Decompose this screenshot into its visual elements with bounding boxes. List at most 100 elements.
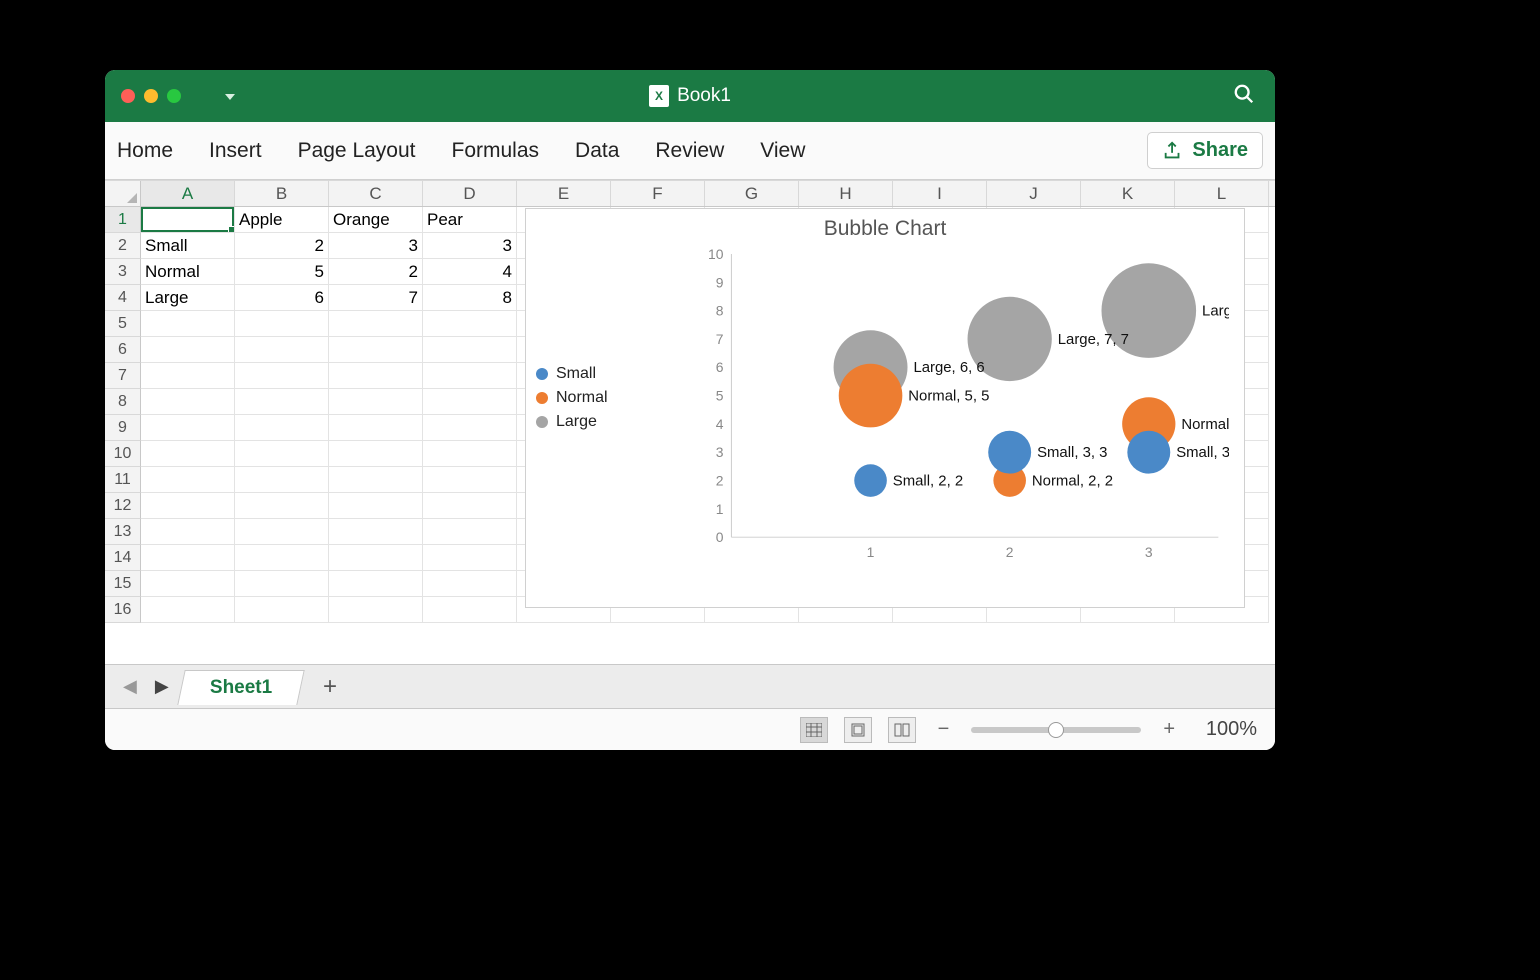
cell-A14[interactable] (141, 545, 235, 571)
cell-B12[interactable] (235, 493, 329, 519)
column-header-g[interactable]: G (705, 181, 799, 206)
cell-D2[interactable]: 3 (423, 233, 517, 259)
cell-D16[interactable] (423, 597, 517, 623)
view-page-break-button[interactable] (888, 717, 916, 743)
row-header-13[interactable]: 13 (105, 519, 141, 545)
cell-A15[interactable] (141, 571, 235, 597)
cell-A9[interactable] (141, 415, 235, 441)
cell-C8[interactable] (329, 389, 423, 415)
cell-B16[interactable] (235, 597, 329, 623)
cell-A10[interactable] (141, 441, 235, 467)
cell-D15[interactable] (423, 571, 517, 597)
cell-B13[interactable] (235, 519, 329, 545)
spreadsheet-grid[interactable]: ABCDEFGHIJKL 1AppleOrangePear2Small2333N… (105, 180, 1275, 664)
cell-B9[interactable] (235, 415, 329, 441)
bubble-small-3[interactable] (1127, 431, 1170, 474)
tab-home[interactable]: Home (117, 139, 173, 163)
quick-access-dropdown[interactable] (221, 89, 235, 103)
cell-D1[interactable]: Pear (423, 207, 517, 233)
minimize-window-button[interactable] (144, 89, 158, 103)
column-header-l[interactable]: L (1175, 181, 1269, 206)
row-header-1[interactable]: 1 (105, 207, 141, 233)
tab-insert[interactable]: Insert (209, 139, 262, 163)
cell-A16[interactable] (141, 597, 235, 623)
row-header-15[interactable]: 15 (105, 571, 141, 597)
cell-D5[interactable] (423, 311, 517, 337)
row-header-2[interactable]: 2 (105, 233, 141, 259)
sheet-tab-active[interactable]: Sheet1 (177, 670, 305, 705)
bubble-small-2[interactable] (988, 431, 1031, 474)
row-header-6[interactable]: 6 (105, 337, 141, 363)
add-sheet-button[interactable]: + (307, 673, 353, 701)
cell-A4[interactable]: Large (141, 285, 235, 311)
cell-D12[interactable] (423, 493, 517, 519)
row-header-10[interactable]: 10 (105, 441, 141, 467)
tab-page-layout[interactable]: Page Layout (298, 139, 416, 163)
cell-D14[interactable] (423, 545, 517, 571)
cell-B8[interactable] (235, 389, 329, 415)
cell-C3[interactable]: 2 (329, 259, 423, 285)
column-header-b[interactable]: B (235, 181, 329, 206)
cell-C13[interactable] (329, 519, 423, 545)
column-header-d[interactable]: D (423, 181, 517, 206)
cell-A1[interactable] (141, 207, 235, 233)
cell-C11[interactable] (329, 467, 423, 493)
row-header-16[interactable]: 16 (105, 597, 141, 623)
column-header-a[interactable]: A (141, 181, 235, 206)
row-header-14[interactable]: 14 (105, 545, 141, 571)
cell-B14[interactable] (235, 545, 329, 571)
cell-A5[interactable] (141, 311, 235, 337)
tab-formulas[interactable]: Formulas (452, 139, 540, 163)
row-header-12[interactable]: 12 (105, 493, 141, 519)
view-normal-button[interactable] (800, 717, 828, 743)
cell-C5[interactable] (329, 311, 423, 337)
view-page-layout-button[interactable] (844, 717, 872, 743)
embedded-chart[interactable]: Bubble Chart Small Normal Large 01234567… (525, 208, 1245, 608)
cell-A8[interactable] (141, 389, 235, 415)
cell-B15[interactable] (235, 571, 329, 597)
zoom-percentage[interactable]: 100% (1197, 718, 1257, 741)
cell-A6[interactable] (141, 337, 235, 363)
cell-D6[interactable] (423, 337, 517, 363)
cell-B11[interactable] (235, 467, 329, 493)
cell-D13[interactable] (423, 519, 517, 545)
cell-B1[interactable]: Apple (235, 207, 329, 233)
row-header-8[interactable]: 8 (105, 389, 141, 415)
cell-B4[interactable]: 6 (235, 285, 329, 311)
sheet-nav-prev[interactable]: ◀ (117, 672, 143, 701)
cell-C10[interactable] (329, 441, 423, 467)
cell-B2[interactable]: 2 (235, 233, 329, 259)
cell-D9[interactable] (423, 415, 517, 441)
row-header-4[interactable]: 4 (105, 285, 141, 311)
cell-C4[interactable]: 7 (329, 285, 423, 311)
column-header-h[interactable]: H (799, 181, 893, 206)
cell-D3[interactable]: 4 (423, 259, 517, 285)
zoom-in-button[interactable]: + (1157, 718, 1181, 741)
cell-B3[interactable]: 5 (235, 259, 329, 285)
cell-A7[interactable] (141, 363, 235, 389)
select-all-corner[interactable] (105, 181, 141, 206)
zoom-slider-thumb[interactable] (1048, 722, 1064, 738)
column-header-i[interactable]: I (893, 181, 987, 206)
zoom-out-button[interactable]: − (932, 718, 956, 741)
bubble-normal-1[interactable] (839, 364, 903, 428)
cell-C9[interactable] (329, 415, 423, 441)
column-header-k[interactable]: K (1081, 181, 1175, 206)
share-button[interactable]: Share (1147, 132, 1263, 169)
cell-D8[interactable] (423, 389, 517, 415)
row-header-3[interactable]: 3 (105, 259, 141, 285)
cell-A11[interactable] (141, 467, 235, 493)
cell-D4[interactable]: 8 (423, 285, 517, 311)
cell-A12[interactable] (141, 493, 235, 519)
cell-B10[interactable] (235, 441, 329, 467)
close-window-button[interactable] (121, 89, 135, 103)
column-header-e[interactable]: E (517, 181, 611, 206)
cell-B7[interactable] (235, 363, 329, 389)
column-header-f[interactable]: F (611, 181, 705, 206)
cell-C12[interactable] (329, 493, 423, 519)
zoom-window-button[interactable] (167, 89, 181, 103)
cell-D7[interactable] (423, 363, 517, 389)
tab-data[interactable]: Data (575, 139, 619, 163)
cell-A2[interactable]: Small (141, 233, 235, 259)
row-header-9[interactable]: 9 (105, 415, 141, 441)
